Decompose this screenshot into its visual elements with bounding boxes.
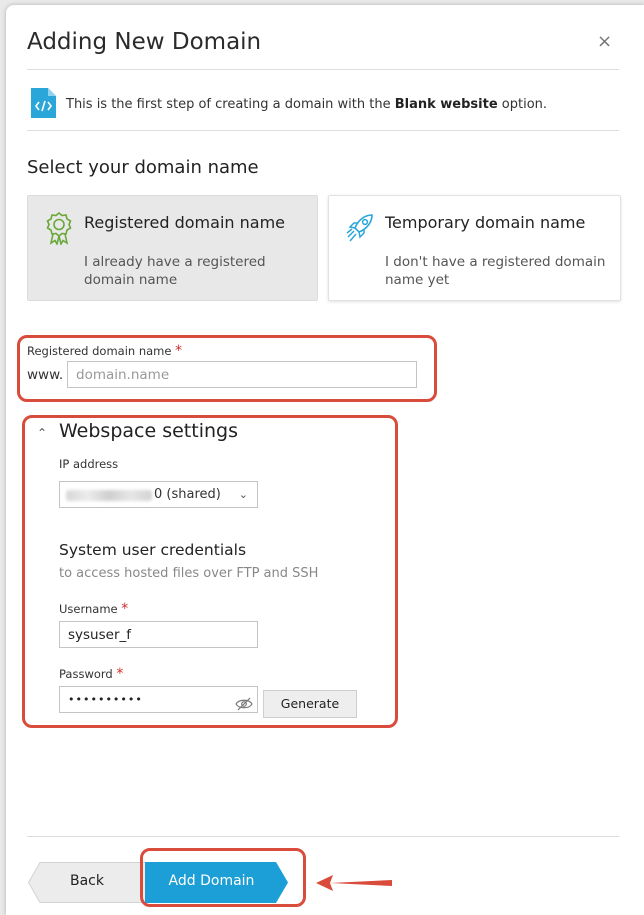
dialog-title: Adding New Domain — [27, 29, 262, 55]
info-text: This is the first step of creating a dom… — [66, 97, 548, 112]
info-bold-text: Blank website — [394, 97, 498, 112]
temporary-domain-option[interactable]: Temporary domain name I don't have a reg… — [328, 195, 621, 301]
divider — [27, 130, 619, 131]
add-domain-dialog: Adding New Domain × This is the first st… — [6, 5, 644, 915]
annotation-arrow-icon — [316, 875, 392, 891]
option-description: I already have a registered domain name — [84, 254, 266, 288]
divider — [27, 69, 619, 70]
code-file-icon — [31, 88, 56, 118]
rocket-icon — [346, 214, 373, 242]
divider — [27, 836, 619, 837]
section-title: Select your domain name — [27, 157, 259, 178]
domain-field-highlight — [17, 335, 437, 402]
webspace-highlight — [22, 415, 398, 728]
close-icon[interactable]: × — [597, 33, 612, 51]
back-button[interactable]: Back — [28, 862, 146, 903]
add-domain-highlight — [140, 848, 306, 907]
award-badge-icon — [46, 211, 72, 245]
option-title: Registered domain name — [84, 213, 285, 232]
option-title: Temporary domain name — [385, 213, 586, 232]
option-description: I don't have a registered domain name ye… — [385, 254, 606, 288]
back-button-label: Back — [70, 873, 104, 889]
registered-domain-option[interactable]: Registered domain name I already have a … — [27, 195, 318, 301]
